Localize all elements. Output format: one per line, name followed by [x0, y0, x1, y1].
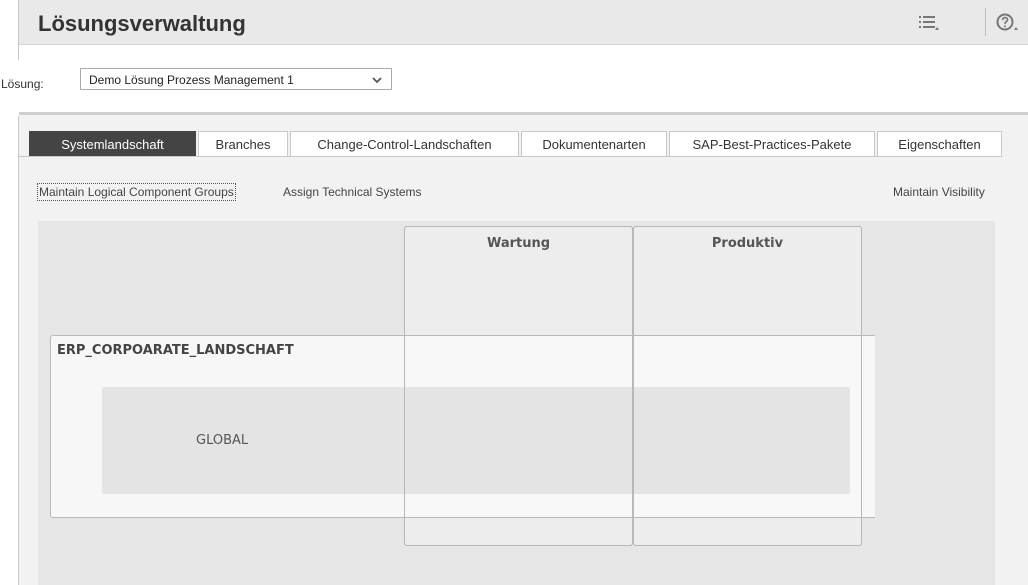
header-separator: [985, 8, 986, 36]
tab-dokumentenarten[interactable]: Dokumentenarten: [521, 131, 667, 157]
app-header: Lösungsverwaltung: [19, 0, 1028, 45]
solution-dropdown-value: Demo Lösung Prozess Management 1: [89, 73, 294, 87]
landscape-title: ERP_CORPOARATE_LANDSCHAFT: [57, 343, 294, 358]
maintain-visibility-link[interactable]: Maintain Visibility: [893, 185, 985, 199]
chevron-down-icon: [371, 73, 383, 85]
group-label: GLOBAL: [196, 433, 249, 448]
page-title: Lösungsverwaltung: [38, 11, 246, 36]
tab-branches[interactable]: Branches: [198, 131, 288, 157]
help-icon[interactable]: [995, 12, 1019, 34]
assign-technical-systems-link[interactable]: Assign Technical Systems: [283, 185, 422, 199]
tab-bar: Systemlandschaft Branches Change-Control…: [19, 131, 1009, 157]
solution-selector-row: Lösung: Demo Lösung Prozess Management 1: [0, 60, 1028, 116]
logical-component-group-global[interactable]: GLOBAL: [102, 387, 850, 494]
column-title-produktiv: Produktiv: [711, 236, 784, 251]
tab-systemlandschaft[interactable]: Systemlandschaft: [29, 131, 196, 157]
tab-sap-best-practices-pakete[interactable]: SAP-Best-Practices-Pakete: [669, 131, 875, 157]
tab-bar-baseline: [19, 156, 1002, 157]
column-title-wartung: Wartung: [486, 236, 551, 251]
solution-dropdown[interactable]: Demo Lösung Prozess Management 1: [80, 68, 392, 90]
tab-eigenschaften[interactable]: Eigenschaften: [877, 131, 1002, 157]
tab-change-control-landschaften[interactable]: Change-Control-Landschaften: [290, 131, 519, 157]
maintain-logical-component-groups-link[interactable]: Maintain Logical Component Groups: [37, 183, 236, 201]
list-menu-icon[interactable]: [917, 12, 941, 34]
solution-label: Lösung:: [1, 77, 44, 91]
